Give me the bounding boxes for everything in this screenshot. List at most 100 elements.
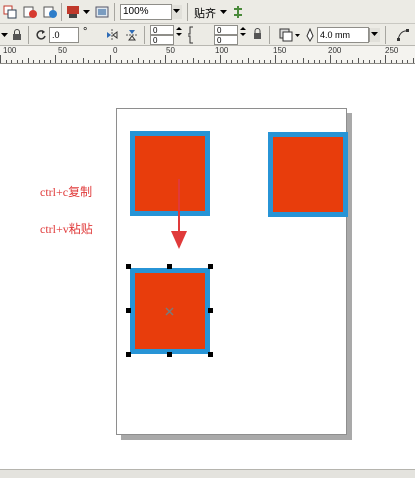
application-launcher-button[interactable] [94, 4, 110, 20]
chevron-down-icon [0, 32, 8, 37]
drawing-canvas[interactable]: ctrl+c复制 ctrl+v粘贴 [0, 65, 415, 478]
chevron-down-icon [294, 34, 300, 37]
ruler-tick [127, 60, 128, 63]
chevron-down-icon [82, 9, 90, 14]
ruler-label: 50 [58, 46, 67, 55]
bracket-link-1[interactable] [186, 26, 196, 44]
snap-options-icon [233, 6, 242, 18]
ruler-tick [154, 60, 155, 63]
position-spinner-1[interactable] [175, 26, 183, 42]
ruler-tick [94, 60, 95, 63]
ruler-tick [253, 60, 254, 63]
selection-handle-bottom-center[interactable] [167, 352, 172, 357]
ruler-tick [391, 60, 392, 63]
ruler-tick [176, 60, 177, 63]
rotate-button[interactable] [34, 27, 48, 43]
ruler-tick [308, 60, 309, 63]
outline-width-dropdown[interactable] [369, 28, 380, 42]
copy-icon [3, 5, 17, 19]
selection-handle-top-right[interactable] [208, 264, 213, 269]
copy-button[interactable] [2, 4, 18, 20]
ruler-tick [61, 60, 62, 63]
selection-handle-middle-right[interactable] [208, 308, 213, 313]
ruler-tick [132, 60, 133, 63]
import-icon [43, 6, 57, 18]
ruler-tick [55, 55, 56, 63]
import-button[interactable] [22, 4, 38, 20]
mirror-horizontal-icon [107, 29, 118, 41]
ruler-label: 100 [3, 46, 17, 55]
ruler-tick [220, 55, 221, 63]
mirror-vertical-button[interactable] [124, 27, 140, 43]
selection-handle-top-left[interactable] [126, 264, 131, 269]
position-spinner-2[interactable] [239, 26, 247, 42]
ruler-tick [303, 58, 304, 63]
lock-icon [13, 29, 21, 40]
ruler-tick [121, 60, 122, 63]
property-bar: .0 ° 0 0 0 0 4.0 mm [0, 24, 415, 46]
ruler-tick [259, 60, 260, 63]
ruler-tick [226, 60, 227, 63]
snap-to-label[interactable]: 贴齐 [194, 5, 216, 21]
import-button-2[interactable] [42, 4, 58, 20]
ruler-tick [215, 60, 216, 63]
horizontal-scrollbar[interactable] [0, 469, 415, 478]
zoom-level-field[interactable]: 100% [120, 4, 172, 20]
ruler-tick [407, 60, 408, 63]
selection-handle-bottom-right[interactable] [208, 352, 213, 357]
ruler-label: 0 [113, 46, 118, 55]
outline-pen-button[interactable] [303, 27, 317, 43]
export-dropdown[interactable] [82, 8, 90, 16]
import-icon [23, 6, 37, 18]
ruler-tick [264, 60, 265, 63]
ruler-label: 250 [385, 46, 399, 55]
selection-handle-middle-left[interactable] [126, 308, 131, 313]
standard-toolbar: 100% 贴齐 [0, 0, 415, 24]
rotation-angle-field[interactable]: .0 [49, 27, 79, 43]
ruler-tick [187, 60, 188, 63]
application-launcher-icon [95, 6, 109, 18]
ruler-tick [237, 60, 238, 63]
position-x-field-1[interactable]: 0 [150, 25, 174, 35]
ruler-tick [44, 60, 45, 63]
ruler-tick [88, 60, 89, 63]
position-y-field-2[interactable]: 0 [214, 35, 238, 45]
wrap-text-button[interactable] [278, 27, 294, 43]
ruler-tick [396, 60, 397, 63]
dropdown-button[interactable] [0, 28, 8, 42]
position-y-field-1[interactable]: 0 [150, 35, 174, 45]
square-top-right[interactable] [268, 132, 348, 217]
paste-shortcut-note: ctrl+v粘贴 [40, 222, 93, 236]
snap-dropdown[interactable] [219, 8, 227, 16]
ruler-tick [17, 60, 18, 63]
ruler-tick [193, 58, 194, 63]
selection-handle-bottom-left[interactable] [126, 352, 131, 357]
outline-width-field[interactable]: 4.0 mm [317, 27, 369, 43]
ruler-tick [83, 58, 84, 63]
proportional-lock-button[interactable] [251, 27, 263, 41]
ruler-tick [143, 60, 144, 63]
export-button[interactable] [65, 4, 81, 20]
ruler-tick [105, 60, 106, 63]
wrap-text-icon [279, 28, 293, 42]
snap-options-button[interactable] [230, 4, 246, 20]
ruler-tick [22, 60, 23, 63]
ruler-tick [352, 60, 353, 63]
rotate-icon [36, 30, 46, 40]
zoom-dropdown[interactable] [171, 5, 182, 19]
ruler-tick [275, 55, 276, 63]
selection-handle-top-center[interactable] [167, 264, 172, 269]
lock-button[interactable] [10, 27, 24, 43]
convert-to-curves-button[interactable] [395, 27, 411, 43]
chevron-down-icon [173, 9, 180, 13]
ruler-tick [319, 60, 320, 63]
ruler-label: 200 [328, 46, 342, 55]
position-x-field-2[interactable]: 0 [214, 25, 238, 35]
ruler-label: 100 [215, 46, 229, 55]
mirror-horizontal-button[interactable] [104, 27, 120, 43]
ruler-tick [297, 60, 298, 63]
chevron-down-icon [219, 9, 227, 14]
ruler-tick [209, 60, 210, 63]
wrap-text-dropdown[interactable] [294, 33, 300, 39]
horizontal-ruler[interactable]: 100 50 0 50 100 150 200 250 [0, 46, 415, 64]
